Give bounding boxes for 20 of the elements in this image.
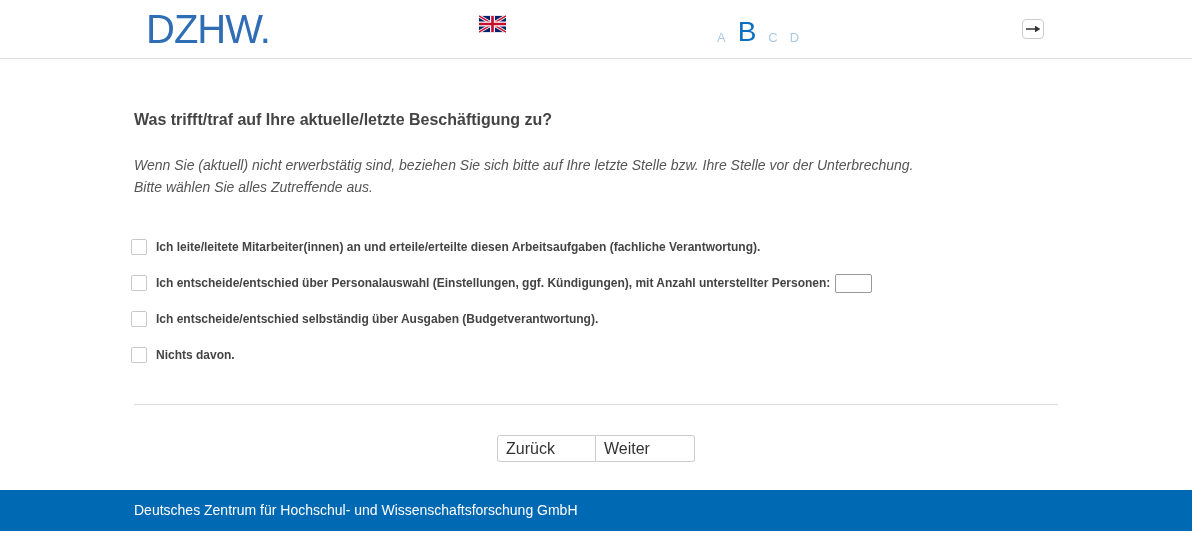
option-label: Ich entscheide/entschied über Personalauswahl (Einstellungen, ggf. Kündigungen), mit Anzahl unterstellter Personen:	[156, 275, 831, 292]
footer-text: Deutsches Zentrum für Hochschul- und Wissenschaftsforschung GmbH	[134, 501, 578, 520]
hint-text: Bitte wählen Sie alles Zutreffende aus.	[134, 178, 374, 197]
logout-button[interactable]	[1022, 19, 1045, 39]
nav-button[interactable]: Zurück	[497, 435, 596, 462]
logo: DZHW.	[146, 9, 271, 49]
font-size-button[interactable]: B	[737, 18, 757, 46]
checkbox[interactable]	[131, 239, 147, 255]
arrow-right-icon	[1026, 26, 1041, 32]
checkbox[interactable]	[131, 275, 147, 291]
checkbox[interactable]	[131, 311, 147, 327]
number-field[interactable]	[835, 273, 873, 293]
checkbox[interactable]	[131, 347, 147, 363]
nav-button[interactable]: Weiter	[596, 435, 695, 462]
option-label: Ich entscheide/entschied selbständig über Ausgaben (Budgetverantwortung).	[156, 311, 599, 328]
option-label: Nichts davon.	[156, 347, 235, 364]
hint-text: Wenn Sie (aktuell) nicht erwerbstätig sind, beziehen Sie sich bitte auf Ihre letzte Stelle bzw. Ihre Stelle vor der Unterbrechung.	[134, 156, 915, 175]
question-title: Was trifft/traf auf Ihre aktuelle/letzte Beschäftigung zu?	[134, 110, 554, 130]
option-label: Ich leite/leitete Mitarbeiter(innen) an und erteile/erteilte diesen Arbeitsaufgaben (fachliche Verantwortung).	[156, 239, 761, 256]
flag-icon[interactable]	[479, 15, 506, 33]
